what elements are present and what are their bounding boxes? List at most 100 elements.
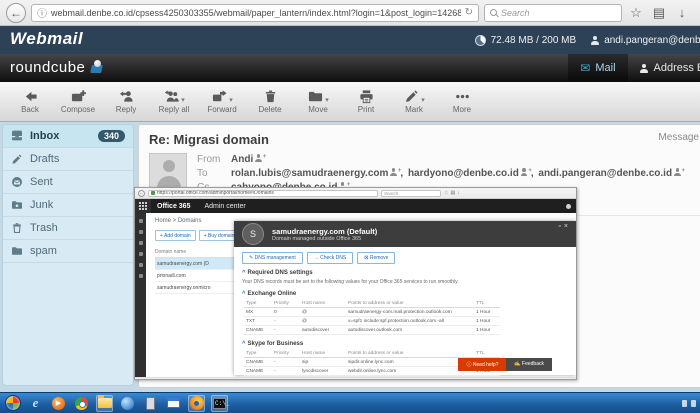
to-address[interactable]: hardyono@denbe.co.id <box>408 168 519 179</box>
message-count-label: Message <box>658 132 699 147</box>
delete-button[interactable]: Delete <box>248 89 292 114</box>
roundcube-logo-text: roundcube <box>10 59 85 76</box>
bookmarks-menu-icon[interactable]: ▤ <box>650 5 668 21</box>
back-button[interactable]: Back <box>8 89 52 114</box>
forward-icon <box>211 89 228 104</box>
collapse-caret-icon: ^ <box>242 341 246 347</box>
folder-drafts[interactable]: Drafts <box>3 148 133 171</box>
windows-taskbar: e ▶ C:\_ <box>0 392 700 413</box>
move-button[interactable]: ▾ Move <box>296 89 340 114</box>
downloads-icon[interactable]: ↓ <box>673 5 691 20</box>
to-label: To <box>197 167 225 181</box>
add-contact-icon[interactable] <box>255 154 263 162</box>
message-view: Re: Migrasi domain Message From Andi To … <box>138 124 700 388</box>
reload-icon[interactable]: ↻ <box>465 7 473 18</box>
panel-close-icon: ▫× <box>558 223 571 230</box>
folder-icon <box>307 89 324 104</box>
system-tray[interactable] <box>682 400 696 407</box>
taskbar-icon-internet-explorer[interactable]: e <box>27 395 44 412</box>
from-value: Andi <box>231 153 265 167</box>
app-launcher-icon <box>135 199 151 213</box>
add-contact-icon[interactable] <box>521 168 529 176</box>
bell-icon <box>566 204 571 209</box>
start-button[interactable] <box>4 395 21 412</box>
folder-trash[interactable]: Trash <box>3 217 133 240</box>
folder-sent[interactable]: Sent <box>3 171 133 194</box>
message-body-artifact <box>144 387 564 388</box>
office365-left-nav <box>135 213 146 377</box>
trash-icon <box>262 89 279 104</box>
dns-record-row: TXT-@v=spf1 include:spf.protection.outlo… <box>244 317 500 326</box>
tab-mail[interactable]: ✉ Mail <box>568 54 627 82</box>
url-text[interactable]: webmail.denbe.co.id/cpsess4250303355/web… <box>51 8 461 18</box>
domain-avatar: S <box>242 223 264 245</box>
print-button[interactable]: Print <box>344 89 388 114</box>
roundcube-cube-icon <box>89 60 105 76</box>
tray-icon[interactable] <box>691 400 696 407</box>
taskbar-icon-browser-sphere[interactable] <box>119 395 136 412</box>
message-subject: Re: Migrasi domain <box>149 132 269 147</box>
taskbar-icon-command-prompt[interactable]: C:\_ <box>211 395 228 412</box>
taskbar-icon-media-player[interactable]: ▶ <box>50 395 67 412</box>
collapse-caret-icon: ^ <box>242 291 246 297</box>
embedded-search-box: Search <box>381 190 441 197</box>
tab-address-book-label: Address Book <box>654 62 700 74</box>
forward-button[interactable]: ▾ Forward <box>200 89 244 114</box>
taskbar-icon-file-explorer[interactable] <box>96 395 113 412</box>
folder-spam[interactable]: spam <box>3 240 133 263</box>
chevron-down-icon: ▾ <box>421 96 425 104</box>
mail-envelope-icon: ✉ <box>580 61 590 75</box>
folder-inbox[interactable]: Inbox 340 <box>3 125 133 148</box>
to-address[interactable]: andi.pangeran@denbe.co.id <box>538 168 672 179</box>
bookmark-star-icon[interactable]: ☆ <box>627 5 645 21</box>
user-email: andi.pangeran@denbe.co.id <box>604 35 700 46</box>
to-address[interactable]: rolan.lubis@samudraenergy.com <box>231 168 388 179</box>
embedded-horizontal-scrollbar <box>135 377 576 380</box>
feedback-button: ✍ Feedback <box>506 358 552 371</box>
taskbar-icon-device[interactable] <box>142 395 159 412</box>
compose-button[interactable]: Compose <box>56 89 100 114</box>
taskbar-icon-desktop-window[interactable] <box>165 395 182 412</box>
domain-title: samudraenergy.com (Default) <box>272 227 377 236</box>
need-help-button: ⓘ Need help? <box>458 358 506 371</box>
browser-search-input[interactable]: Search <box>484 4 622 22</box>
tray-icon[interactable] <box>682 400 687 407</box>
quota-indicator: 72.48 MB / 200 MB <box>475 35 577 46</box>
add-contact-icon[interactable] <box>390 168 398 176</box>
address-book-icon <box>640 64 649 73</box>
dns-management-button: ✎ DNS management <box>242 252 303 264</box>
to-value: rolan.lubis@samudraenergy.com, hardyono@… <box>231 167 684 181</box>
folder-junk[interactable]: Junk <box>3 194 133 217</box>
check-dns-button: → Check DNS <box>307 252 354 264</box>
account-menu[interactable]: andi.pangeran@denbe.co.id <box>590 35 700 46</box>
required-dns-title: Required DNS settings <box>248 270 313 276</box>
exchange-online-title: Exchange Online <box>248 291 297 297</box>
browser-back-button[interactable]: ← <box>6 3 26 23</box>
mail-toolbar: Back Compose Reply ▾ Reply all ▾ Forward… <box>0 82 700 122</box>
chevron-down-icon: ▾ <box>229 96 233 104</box>
reply-all-button[interactable]: ▾ Reply all <box>152 89 196 114</box>
folder-label: Inbox <box>30 130 59 142</box>
more-button[interactable]: More <box>440 89 484 114</box>
embedded-address-bar: https://portal.office.com/adminportal/ho… <box>148 190 378 197</box>
main-content: Inbox 340 Drafts Sent Junk Trash spam Re… <box>0 122 700 392</box>
remove-button: ⊠ Remove <box>357 252 395 264</box>
taskbar-icon-firefox[interactable] <box>188 395 205 412</box>
chevron-down-icon: ▾ <box>325 96 329 104</box>
reply-button[interactable]: Reply <box>104 89 148 114</box>
address-bar[interactable]: ⓘ webmail.denbe.co.id/cpsess4250303355/w… <box>31 4 479 22</box>
roundcube-logo: roundcube <box>10 59 105 76</box>
back-arrow-icon: ← <box>138 190 145 197</box>
compose-icon <box>70 89 87 104</box>
mark-button[interactable]: ▾ Mark <box>392 89 436 114</box>
taskbar-icon-chrome[interactable] <box>73 395 90 412</box>
embedded-screenshot-image: ← https://portal.office.com/adminportal/… <box>134 187 577 380</box>
printer-icon <box>358 89 375 104</box>
dns-record-row: CNAME-autodiscoverautodiscover.outlook.c… <box>244 326 500 335</box>
site-info-icon[interactable]: ⓘ <box>37 5 47 20</box>
more-dots-icon <box>454 89 471 104</box>
add-contact-icon[interactable] <box>674 168 682 176</box>
start-orb-icon <box>5 395 21 411</box>
folder-list: Inbox 340 Drafts Sent Junk Trash spam <box>2 124 134 386</box>
tab-address-book[interactable]: Address Book <box>628 54 700 82</box>
